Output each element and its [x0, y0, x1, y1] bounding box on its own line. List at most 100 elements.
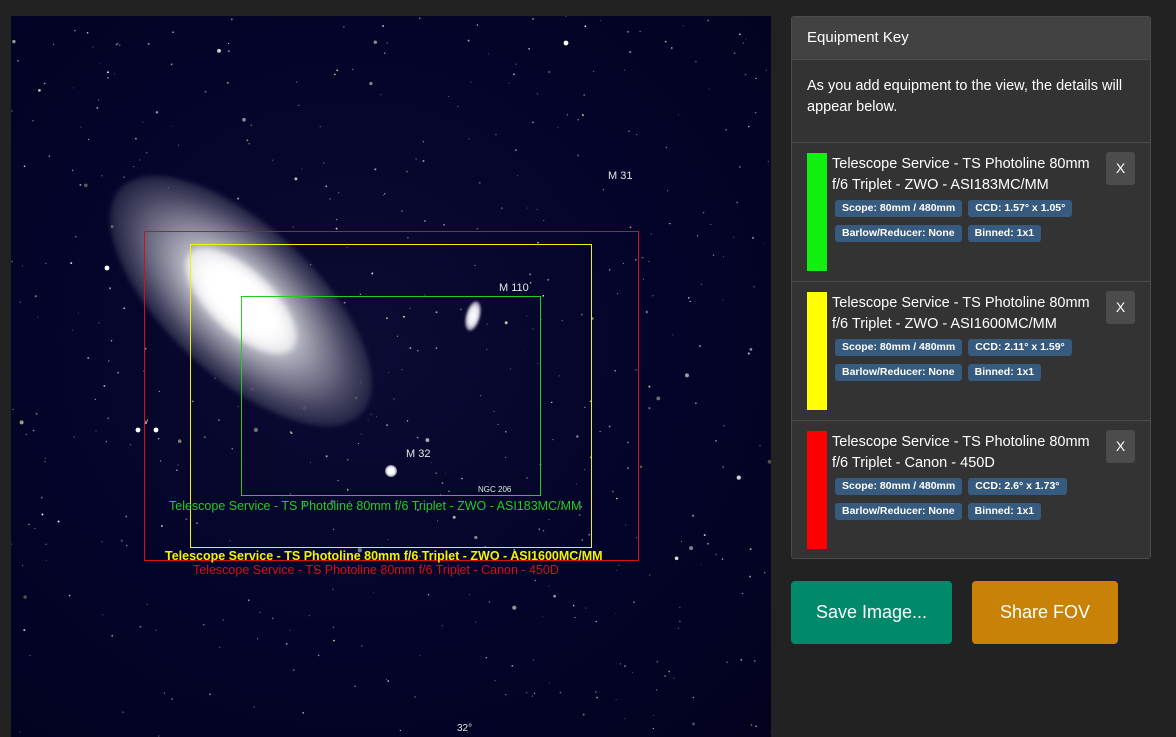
equipment-item: Telescope Service - TS Photoline 80mm f/…	[792, 143, 1150, 282]
star	[722, 256, 724, 258]
star	[673, 677, 675, 679]
star	[485, 657, 487, 659]
equipment-key-panel: Equipment Key As you add equipment to th…	[791, 16, 1151, 559]
star	[515, 63, 517, 65]
star	[72, 87, 74, 89]
badge-barlow: Barlow/Reducer: None	[835, 225, 962, 242]
star	[295, 81, 298, 83]
star	[687, 297, 690, 299]
star	[44, 457, 47, 459]
star	[96, 106, 99, 109]
star	[227, 50, 230, 53]
star	[178, 144, 180, 146]
remove-equipment-button[interactable]: X	[1106, 291, 1135, 324]
star	[155, 629, 157, 631]
star	[745, 38, 747, 40]
star	[102, 614, 104, 616]
star	[414, 695, 417, 698]
star	[478, 181, 481, 184]
badge-ccd: CCD: 2.11° x 1.59°	[968, 339, 1072, 356]
star	[753, 286, 755, 288]
remove-equipment-button[interactable]: X	[1106, 152, 1135, 185]
star	[19, 731, 21, 733]
star	[80, 126, 82, 128]
star	[155, 111, 159, 114]
badge-scope: Scope: 80mm / 480mm	[835, 478, 963, 495]
equipment-badges: Scope: 80mm / 480mm CCD: 2.11° x 1.59° Ba…	[835, 337, 1095, 387]
star	[682, 25, 684, 27]
star	[170, 63, 173, 65]
star	[692, 722, 695, 726]
star	[648, 385, 651, 388]
star	[627, 30, 629, 33]
star	[109, 287, 111, 290]
star	[677, 114, 680, 116]
star	[700, 283, 702, 285]
save-image-button[interactable]: Save Image...	[791, 581, 952, 644]
star	[98, 99, 100, 101]
star	[722, 299, 724, 301]
star	[294, 177, 298, 181]
sky-view[interactable]: M 31 M 110 M 32 NGC 206 v 32° Telescope …	[11, 16, 771, 737]
star	[351, 68, 354, 71]
star	[736, 201, 739, 204]
star	[323, 162, 325, 164]
star	[406, 170, 408, 173]
equipment-badges: Scope: 80mm / 480mm CCD: 2.6° x 1.73° Bar…	[835, 476, 1095, 526]
star	[559, 691, 562, 694]
star	[532, 121, 534, 124]
star	[581, 114, 584, 116]
star	[767, 161, 769, 162]
star	[25, 433, 27, 436]
star	[271, 617, 274, 620]
star	[664, 40, 667, 43]
star	[17, 60, 19, 62]
star	[242, 117, 246, 122]
star	[113, 73, 115, 75]
remove-equipment-button[interactable]: X	[1106, 430, 1135, 463]
star	[380, 94, 382, 96]
label-m31: M 31	[608, 170, 633, 182]
star	[700, 564, 702, 566]
star	[382, 194, 385, 196]
star	[146, 603, 148, 606]
star	[41, 513, 44, 516]
star	[338, 192, 340, 194]
star	[615, 613, 617, 615]
star	[74, 30, 76, 32]
star	[336, 69, 339, 72]
star	[633, 601, 635, 604]
star	[107, 77, 109, 79]
equipment-color-swatch	[807, 153, 827, 271]
share-fov-button[interactable]: Share FOV	[972, 581, 1118, 644]
star	[528, 47, 530, 50]
star	[98, 322, 100, 324]
panel-title: Equipment Key	[792, 17, 1150, 60]
star	[752, 237, 754, 239]
star	[35, 412, 38, 415]
star	[648, 574, 651, 576]
star	[57, 520, 60, 523]
star	[770, 731, 771, 733]
star	[32, 119, 34, 122]
star	[122, 711, 124, 713]
badge-binned: Binned: 1x1	[967, 503, 1042, 520]
star	[45, 559, 47, 561]
star	[34, 527, 36, 530]
star	[105, 441, 107, 443]
star	[548, 682, 551, 684]
star	[302, 712, 305, 714]
star	[765, 69, 767, 71]
star	[710, 223, 712, 226]
star	[248, 143, 250, 145]
star	[45, 543, 47, 545]
star	[668, 670, 671, 673]
star	[99, 63, 101, 65]
fov-label-red: Telescope Service - TS Photoline 80mm f/…	[193, 563, 559, 577]
star	[511, 664, 514, 667]
star	[101, 175, 103, 177]
star	[401, 210, 403, 212]
equipment-color-swatch	[807, 431, 827, 549]
star	[707, 19, 710, 22]
star	[639, 465, 643, 468]
